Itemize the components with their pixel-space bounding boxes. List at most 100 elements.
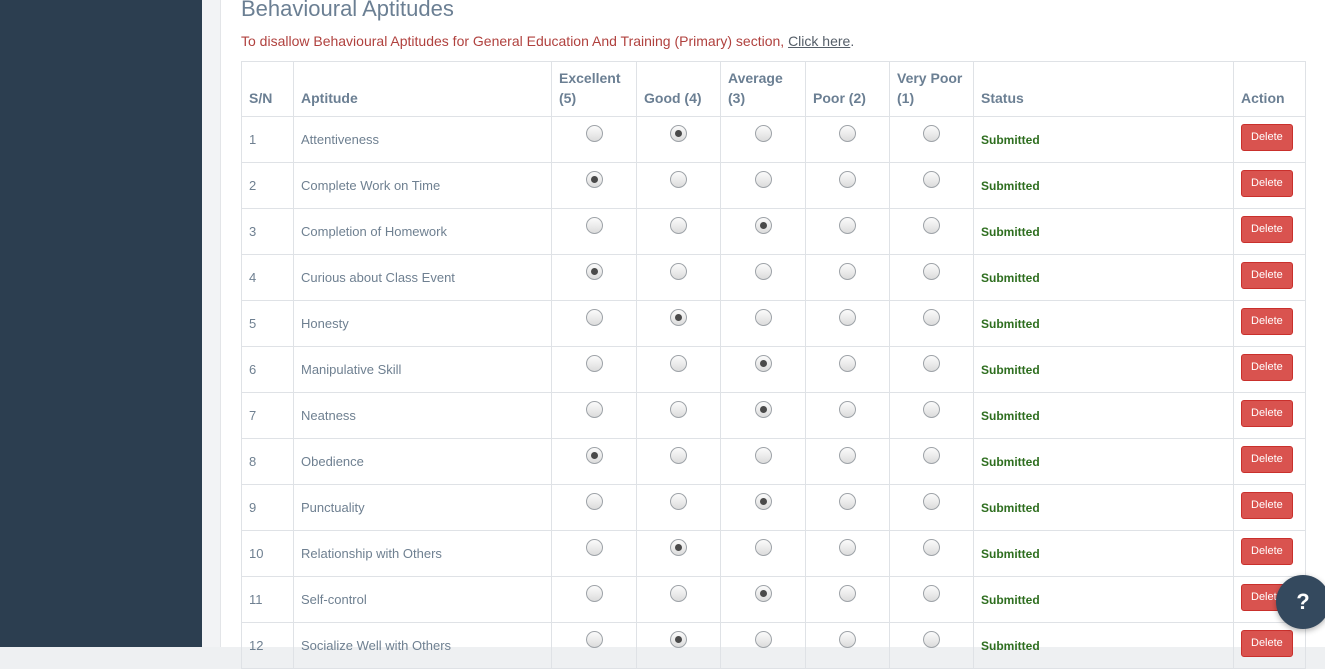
rating-radio-excellent[interactable] [585,538,603,556]
rating-radio-poor[interactable] [839,354,856,372]
rating-radio-poor[interactable] [839,584,856,602]
rating-radio-poor[interactable] [839,216,856,234]
rating-radio-poor[interactable] [839,262,856,280]
table-row: 6 Manipulative Skill Submitted Delete [241,346,1306,393]
rating-radio-poor[interactable] [839,538,856,556]
rating-radio-good[interactable] [670,216,687,234]
delete-button[interactable]: Delete [1241,308,1293,335]
rating-radio-poor[interactable] [839,124,856,142]
rating-cell-very-poor [889,346,974,393]
rating-radio-very-poor[interactable] [923,262,940,280]
rating-cell-good [636,208,721,255]
header-good: Good (4) [636,61,721,117]
delete-button[interactable]: Delete [1241,630,1293,657]
rating-radio-very-poor[interactable] [923,400,940,418]
rating-radio-very-poor[interactable] [923,492,940,510]
rating-radio-average[interactable] [754,400,772,418]
rating-radio-good[interactable] [670,446,687,464]
rating-radio-poor[interactable] [839,446,856,464]
rating-radio-average[interactable] [754,308,772,326]
rating-cell-good [636,530,721,577]
rating-radio-good[interactable] [670,492,687,510]
rating-radio-average[interactable] [754,630,772,648]
rating-radio-good[interactable] [670,354,687,372]
row-aptitude: Attentiveness [293,116,552,163]
row-action-cell: Delete [1233,346,1306,393]
rating-cell-poor [805,162,890,209]
rating-radio-excellent[interactable] [585,124,603,142]
rating-radio-average[interactable] [754,584,772,602]
rating-radio-good[interactable] [670,584,687,602]
rating-cell-excellent [551,392,637,439]
table-row: 9 Punctuality Submitted Delete [241,484,1306,531]
rating-radio-very-poor[interactable] [923,216,940,234]
rating-radio-excellent[interactable] [585,308,603,326]
rating-cell-very-poor [889,162,974,209]
rating-cell-excellent [551,254,637,301]
rating-radio-excellent[interactable] [585,262,603,280]
row-action-cell: Delete [1233,622,1306,669]
delete-button[interactable]: Delete [1241,492,1293,519]
rating-radio-excellent[interactable] [585,584,603,602]
rating-radio-excellent[interactable] [585,492,603,510]
rating-radio-good[interactable] [670,400,687,418]
rating-radio-poor[interactable] [839,170,856,188]
rating-radio-very-poor[interactable] [923,170,940,188]
delete-button[interactable]: Delete [1241,170,1293,197]
rating-cell-good [636,622,721,669]
rating-radio-excellent[interactable] [585,630,603,648]
disallow-link[interactable]: Click here [788,33,850,49]
rating-radio-poor[interactable] [839,492,856,510]
rating-radio-poor[interactable] [839,400,856,418]
rating-radio-good[interactable] [670,538,687,556]
rating-cell-good [636,484,721,531]
rating-cell-average [720,530,806,577]
rating-radio-very-poor[interactable] [923,538,940,556]
rating-radio-good[interactable] [670,170,687,188]
rating-radio-poor[interactable] [839,308,856,326]
rating-radio-excellent[interactable] [585,354,603,372]
delete-button[interactable]: Delete [1241,400,1293,427]
rating-radio-very-poor[interactable] [923,584,940,602]
rating-radio-average[interactable] [754,216,772,234]
delete-button[interactable]: Delete [1241,538,1293,565]
rating-radio-very-poor[interactable] [923,630,940,648]
rating-radio-average[interactable] [754,446,772,464]
rating-radio-good[interactable] [670,262,687,280]
rating-cell-excellent [551,622,637,669]
rating-cell-average [720,392,806,439]
rating-radio-average[interactable] [754,262,772,280]
rating-cell-poor [805,300,890,347]
delete-button[interactable]: Delete [1241,354,1293,381]
rating-radio-good[interactable] [670,124,687,142]
rating-radio-poor[interactable] [839,630,856,648]
rating-radio-excellent[interactable] [585,216,603,234]
notice-text: To disallow Behavioural Aptitudes for Ge… [241,33,789,49]
rating-radio-very-poor[interactable] [923,446,940,464]
rating-radio-average[interactable] [754,170,772,188]
rating-cell-poor [805,346,890,393]
rating-radio-average[interactable] [754,492,772,510]
rating-radio-average[interactable] [754,124,772,142]
row-action-cell: Delete [1233,116,1306,163]
rating-radio-very-poor[interactable] [923,124,940,142]
help-button[interactable]: ? [1276,575,1325,629]
rating-cell-average [720,438,806,485]
rating-radio-excellent[interactable] [585,446,603,464]
rating-cell-poor [805,576,890,623]
rating-radio-excellent[interactable] [585,400,603,418]
rating-radio-good[interactable] [670,630,687,648]
row-sn: 2 [241,162,294,209]
rating-radio-good[interactable] [670,308,687,326]
delete-button[interactable]: Delete [1241,124,1293,151]
rating-radio-very-poor[interactable] [923,354,940,372]
delete-button[interactable]: Delete [1241,216,1293,243]
delete-button[interactable]: Delete [1241,262,1293,289]
page-title: Behavioural Aptitudes [241,0,454,21]
delete-button[interactable]: Delete [1241,446,1293,473]
rating-radio-excellent[interactable] [585,170,603,188]
rating-cell-excellent [551,530,637,577]
rating-radio-very-poor[interactable] [923,308,940,326]
rating-radio-average[interactable] [754,538,772,556]
rating-radio-average[interactable] [754,354,772,372]
